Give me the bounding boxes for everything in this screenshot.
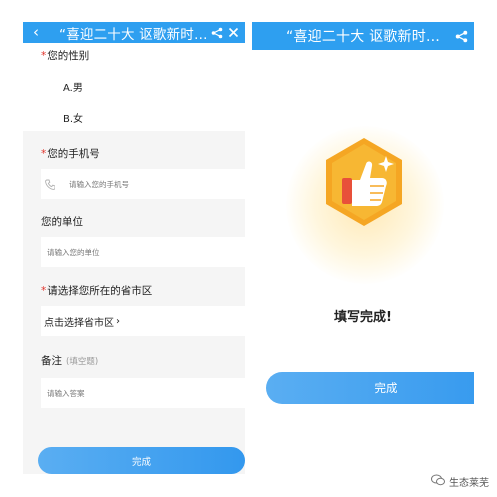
right-phone-screen: “喜迎二十大 讴歌新时… 填写完成! 完成 [252,22,474,474]
gender-question-text: 您的性别 [47,50,90,62]
submit-button[interactable]: 完成 [38,447,245,474]
gender-question-label: *您的性别 [41,48,89,63]
required-marker: * [41,50,47,62]
watermark-text: 生态莱芜 [449,478,489,489]
gender-option-female[interactable]: B.女 [63,110,83,125]
chevron-right-icon: › [116,315,120,327]
note-question-label: 备注 (填空题) [41,353,98,368]
region-picker[interactable]: 点击选择省市区 › [41,306,245,336]
watermark: 生态莱芜 [431,474,489,489]
phone-question-label: *您的手机号 [41,146,100,161]
note-field[interactable] [41,378,245,408]
phone-field[interactable] [41,169,245,199]
company-input[interactable] [47,247,144,257]
region-picker-text: 点击选择省市区 [44,317,114,329]
region-question-label: *请选择您所在的省市区 [41,283,152,298]
company-field[interactable] [41,237,245,267]
phone-question: *您的手机号 [23,139,245,201]
close-icon[interactable] [228,27,239,38]
gender-option-male[interactable]: A.男 [63,79,83,94]
done-button[interactable]: 完成 [266,372,474,404]
company-question: 您的单位 [23,207,245,269]
share-icon[interactable] [211,27,223,39]
note-question-hint: (填空题) [66,357,99,367]
page-title: “喜迎二十大 讴歌新时… [59,26,208,43]
gender-question: *您的性别 A.男 B.女 [23,43,245,131]
share-icon[interactable] [455,30,468,43]
region-question-text: 请选择您所在的省市区 [47,285,153,297]
note-question: 备注 (填空题) [23,344,245,410]
phone-question-text: 您的手机号 [47,148,100,160]
phone-icon [45,179,59,190]
note-question-text: 备注 [41,355,62,367]
left-phone-screen: ‹ “喜迎二十大 讴歌新时… *您的性别 A.男 B.女 *您的手机号 您的单位 [23,22,245,474]
back-arrow-icon[interactable]: ‹ [27,22,45,43]
wechat-icon [431,474,445,489]
thumbs-up-icon [316,134,412,234]
note-input[interactable] [47,388,144,398]
top-bar: ‹ “喜迎二十大 讴歌新时… [23,22,245,43]
top-bar: “喜迎二十大 讴歌新时… [252,22,474,50]
company-question-label: 您的单位 [41,216,83,228]
success-message: 填写完成! [334,310,392,325]
required-marker: * [41,148,47,160]
page-title: “喜迎二十大 讴歌新时… [286,29,441,45]
phone-input[interactable] [69,179,166,189]
required-marker: * [41,285,47,297]
region-question: *请选择您所在的省市区 点击选择省市区 › [23,276,245,338]
